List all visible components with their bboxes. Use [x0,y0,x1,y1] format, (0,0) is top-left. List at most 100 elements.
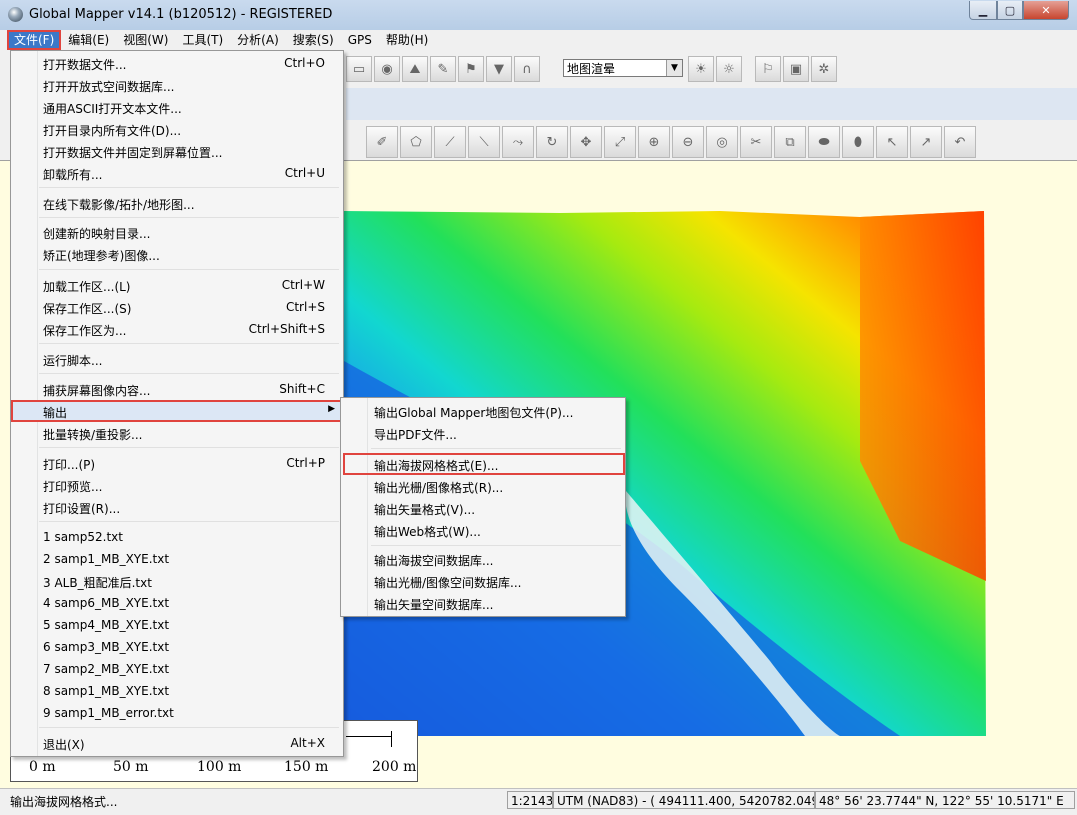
buffer-icon[interactable]: ◎ [706,126,738,158]
menu-help[interactable]: 帮助(H) [380,31,434,49]
menu-separator [371,545,621,546]
submenu-item-export-web[interactable]: 输出Web格式(W)... [341,519,625,541]
menu-item-print-setup[interactable]: 打印设置(R)... [11,496,343,518]
move-feature-icon[interactable]: ✥ [570,126,602,158]
menu-item-online-download[interactable]: 在线下载影像/拓扑/地形图... [11,192,343,214]
menu-item-label: 批量转换/重投影... [43,428,143,442]
close-button[interactable]: ✕ [1023,1,1069,20]
triangle-down-icon[interactable]: ▼ [486,56,512,82]
menu-item-open-directory[interactable]: 打开目录内所有文件(D)... [11,118,343,140]
submenu-item-export-vector[interactable]: 输出矢量格式(V)... [341,497,625,519]
submenu-item-export-elevation-db[interactable]: 输出海拔空间数据库... [341,548,625,570]
flag-icon[interactable]: ⚐ [755,56,781,82]
menu-item-label: 在线下载影像/拓扑/地形图... [43,198,195,212]
arrow-up-left-icon[interactable]: ↖ [876,126,908,158]
menu-item-rectify-image[interactable]: 矫正(地理参考)图像... [11,243,343,265]
menu-item-recent-file[interactable]: 9 samp1_MB_error.txt [11,702,343,724]
menu-item-recent-file[interactable]: 2 samp1_MB_XYE.txt [11,548,343,570]
menu-tools[interactable]: 工具(T) [176,31,229,49]
menu-item-recent-file[interactable]: 4 samp6_MB_XYE.txt [11,592,343,614]
toolbar-strip [346,88,1077,120]
vertex-insert-icon[interactable]: ⊕ [638,126,670,158]
menu-item-open-fixed[interactable]: 打开数据文件并固定到屏幕位置... [11,140,343,162]
path-profile-icon[interactable]: ⛰ [402,56,428,82]
satellite-icon[interactable]: ✲ [811,56,837,82]
export-submenu: 输出Global Mapper地图包文件(P)... 导出PDF文件... 输出… [340,397,626,617]
menu-item-batch-convert[interactable]: 批量转换/重投影... [11,422,343,444]
shade-settings-icon[interactable]: ☼ [716,56,742,82]
menu-item-load-workspace[interactable]: 加载工作区...(L) Ctrl+W [11,274,343,296]
combine-icon[interactable]: ⧉ [774,126,806,158]
submenu-item-export-raster-db[interactable]: 输出光栅/图像空间数据库... [341,570,625,592]
menu-item-exit[interactable]: 退出(X) Alt+X [11,732,343,754]
shape-icon[interactable]: ⬮ [842,126,874,158]
split-line-icon[interactable]: ⟍ [468,126,500,158]
menu-search[interactable]: 搜索(S) [287,31,340,49]
scale-label: 100 m [197,759,242,775]
join-line-icon[interactable]: ⤳ [502,126,534,158]
menu-item-recent-file[interactable]: 5 samp4_MB_XYE.txt [11,614,343,636]
maximize-button[interactable]: ▢ [997,1,1023,20]
menu-item-open-data-file[interactable]: 打开数据文件... Ctrl+O [11,52,343,74]
menu-separator [39,217,339,218]
menu-item-run-script[interactable]: 运行脚本... [11,348,343,370]
light-settings-icon[interactable]: ☀ [688,56,714,82]
vertex-delete-icon[interactable]: ⊖ [672,126,704,158]
minimize-button[interactable]: ▁ [969,1,997,20]
create-area-icon[interactable]: ⬠ [400,126,432,158]
digitize-edit-icon[interactable]: ✐ [366,126,398,158]
feature-info-icon[interactable]: ◉ [374,56,400,82]
menu-separator [39,269,339,270]
menu-item-shortcut: Alt+X [290,736,325,750]
submenu-item-export-gmp[interactable]: 输出Global Mapper地图包文件(P)... [341,400,625,422]
submenu-item-export-elevation-grid[interactable]: 输出海拔网格格式(E)... [343,453,625,475]
menu-item-print[interactable]: 打印...(P) Ctrl+P [11,452,343,474]
scale-label: 150 m [284,759,329,775]
menu-item-label: 5 samp4_MB_XYE.txt [43,618,170,632]
menu-item-recent-file[interactable]: 7 samp2_MB_XYE.txt [11,658,343,680]
menu-analysis[interactable]: 分析(A) [231,31,285,49]
cut-area-icon[interactable]: ✂ [740,126,772,158]
measure-icon[interactable]: ▭ [346,56,372,82]
menu-item-open-ascii[interactable]: 通用ASCII打开文本文件... [11,96,343,118]
create-line-icon[interactable]: ⟋ [434,126,466,158]
scale-feature-icon[interactable]: ⤢ [604,126,636,158]
menu-item-label: 输出Global Mapper地图包文件(P)... [374,406,574,420]
menu-gps[interactable]: GPS [342,31,378,49]
menu-item-save-workspace[interactable]: 保存工作区...(S) Ctrl+S [11,296,343,318]
menu-item-save-workspace-as[interactable]: 保存工作区为... Ctrl+Shift+S [11,318,343,340]
menu-item-label: 保存工作区...(S) [43,302,132,316]
menu-item-recent-file[interactable]: 1 samp52.txt [11,526,343,548]
menu-item-recent-file[interactable]: 3 ALB_粗配准后.txt [11,570,343,592]
pencil-digitize-icon[interactable]: ✎ [430,56,456,82]
rotate-feature-icon[interactable]: ↻ [536,126,568,158]
gps-toolbar: ⚐ ▣ ✲ [755,56,839,82]
menu-file[interactable]: 文件(F) [6,30,62,50]
chevron-down-icon[interactable]: ▼ [666,60,682,76]
menu-separator [39,373,339,374]
arch-icon[interactable]: ∩ [514,56,540,82]
menu-item-unload-all[interactable]: 卸载所有... Ctrl+U [11,162,343,184]
menu-item-print-preview[interactable]: 打印预览... [11,474,343,496]
menu-item-label: 捕获屏幕图像内容... [43,384,151,398]
menu-item-export[interactable]: 输出 ▶ [11,400,343,422]
menu-item-label: 保存工作区为... [43,324,127,338]
3d-view-icon[interactable]: ⚑ [458,56,484,82]
menu-item-new-map-catalog[interactable]: 创建新的映射目录... [11,221,343,243]
submenu-item-export-raster[interactable]: 输出光栅/图像格式(R)... [341,475,625,497]
menu-item-recent-file[interactable]: 6 samp3_MB_XYE.txt [11,636,343,658]
menu-item-open-spatial-db[interactable]: 打开开放式空间数据库... [11,74,343,96]
shader-dropdown[interactable]: 地图渲晕 ▼ [563,59,683,77]
submenu-item-export-pdf[interactable]: 导出PDF文件... [341,422,625,444]
menu-item-recent-file[interactable]: 8 samp1_MB_XYE.txt [11,680,343,702]
arrow-up-right-icon[interactable]: ↗ [910,126,942,158]
menu-view[interactable]: 视图(W) [117,31,174,49]
undo-icon[interactable]: ↶ [944,126,976,158]
gps-device-icon[interactable]: ▣ [783,56,809,82]
union-icon[interactable]: ⬬ [808,126,840,158]
menu-item-capture-screen[interactable]: 捕获屏幕图像内容... Shift+C [11,378,343,400]
menu-edit[interactable]: 编辑(E) [62,31,115,49]
window-title: Global Mapper v14.1 (b120512) - REGISTER… [29,7,333,22]
status-projection: UTM (NAD83) - ( 494111.400, 5420782.049 … [553,791,815,809]
submenu-item-export-vector-db[interactable]: 输出矢量空间数据库... [341,592,625,614]
